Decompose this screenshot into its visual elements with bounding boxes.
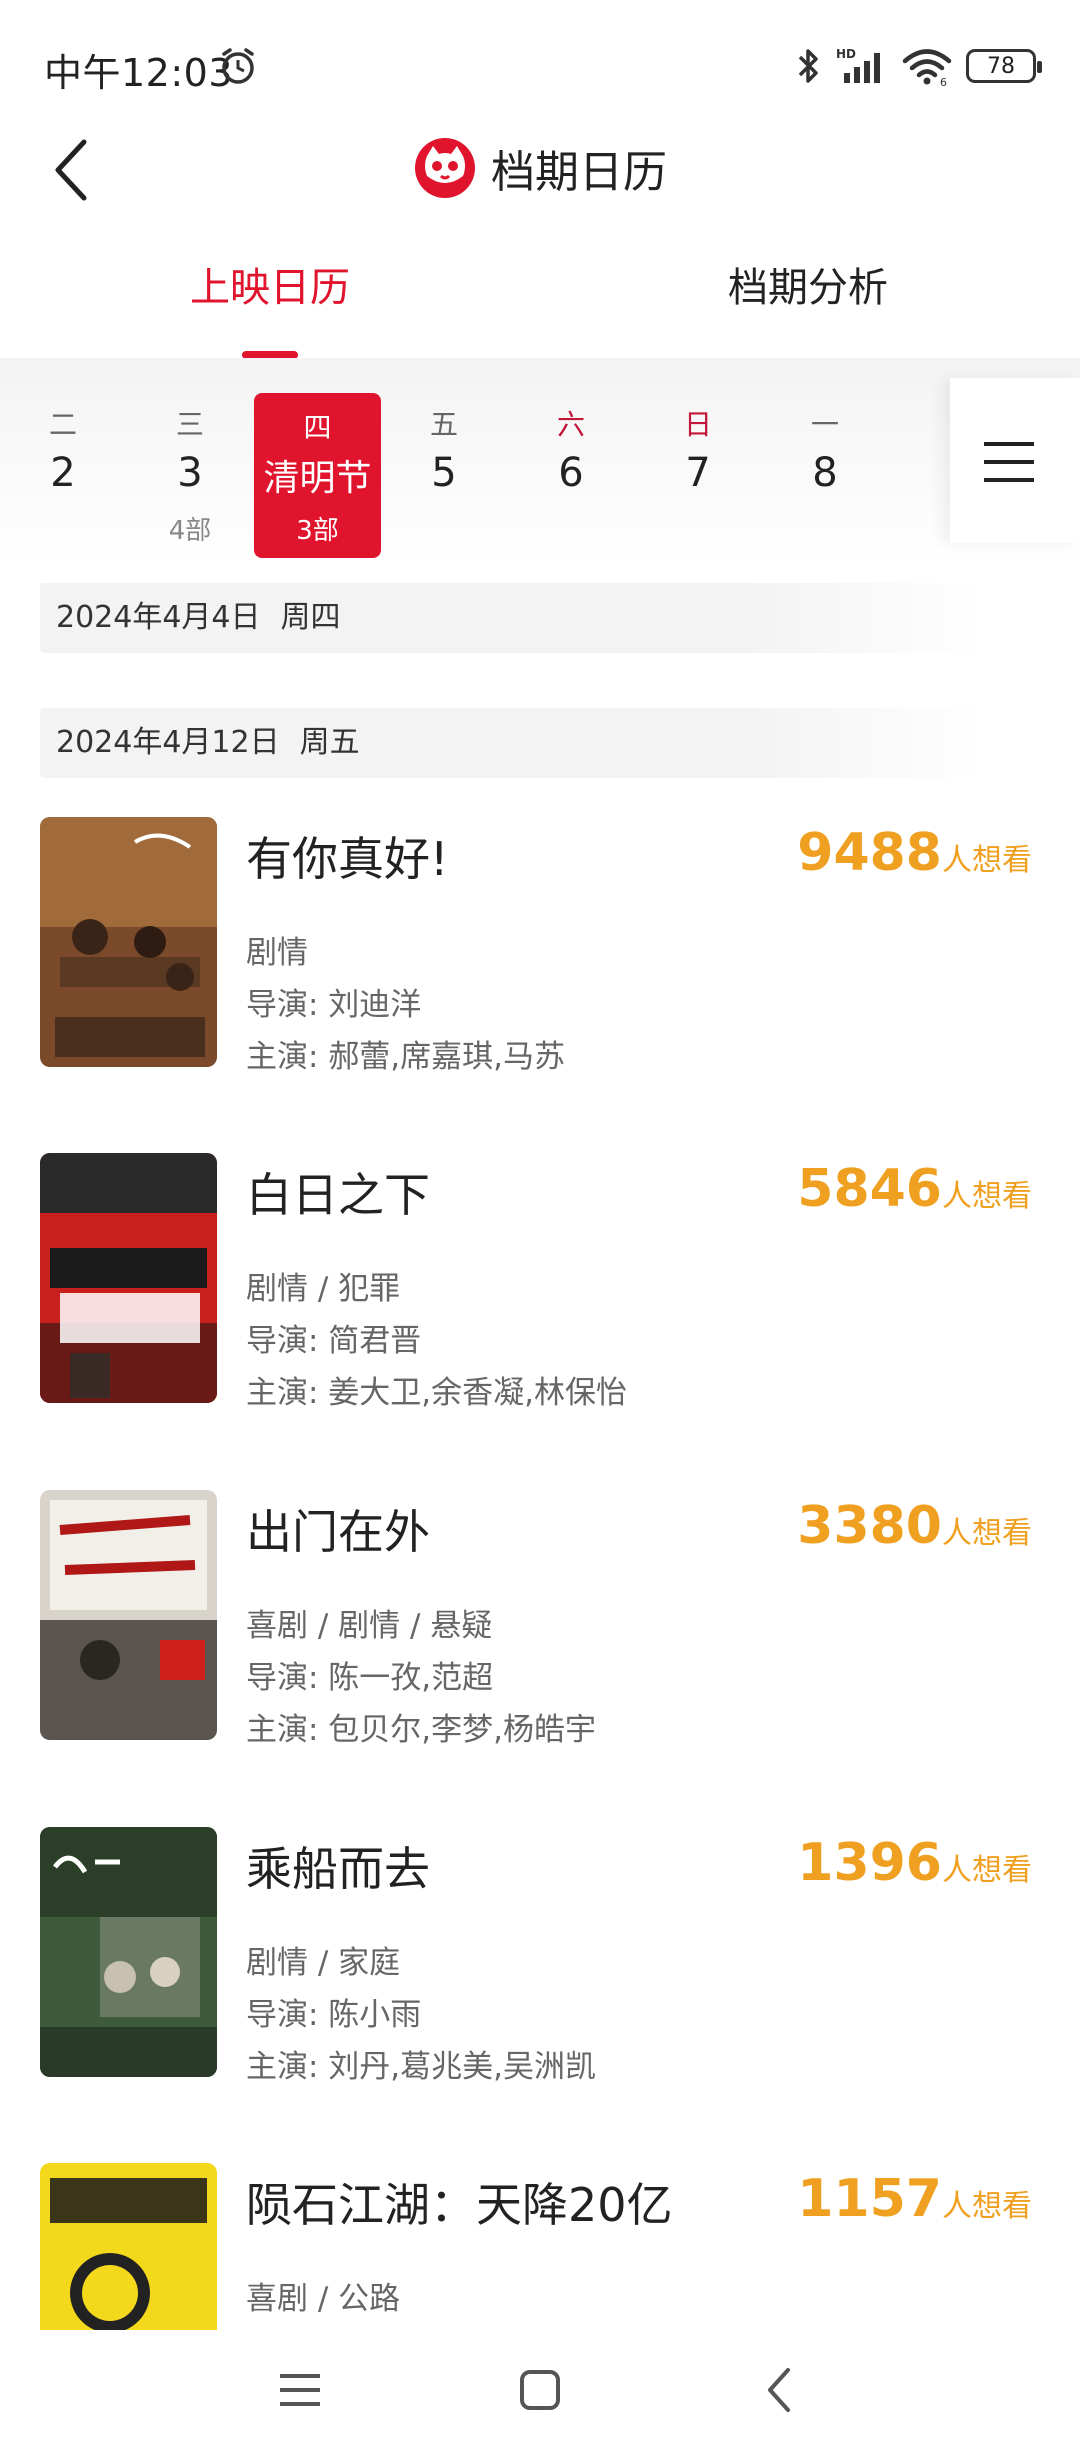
movie-title: 乘船而去 — [246, 1842, 430, 1896]
date-number: 7 — [685, 450, 711, 496]
date-number: 5 — [431, 450, 457, 496]
want-count: 1396 — [797, 1833, 942, 1893]
want-label: 人想看 — [942, 1516, 1032, 1551]
alarm-icon — [222, 48, 254, 84]
movie-cast: 主演: 郝蕾,席嘉琪,马苏 — [246, 1039, 566, 1075]
svg-text:6: 6 — [940, 76, 947, 86]
tab-schedule-analysis[interactable]: 档期分析 — [728, 255, 888, 355]
date-number: 2 — [50, 450, 76, 496]
movie-title: 有你真好! — [246, 832, 449, 886]
movie-poster[interactable] — [40, 817, 217, 1067]
movie-director: 导演: 陈一孜,范超 — [246, 1660, 494, 1696]
date-item-selected[interactable]: 四 清明节 3部 — [254, 393, 381, 558]
date-count: 4部 — [168, 516, 212, 546]
status-bar: 中午12:03 HD 6 78 — [0, 0, 1080, 130]
cat-eye-logo-icon — [415, 138, 475, 198]
want-to-see: 1396人想看 — [797, 1833, 1032, 1893]
want-label: 人想看 — [942, 1853, 1032, 1888]
date-weekday: 六 — [556, 408, 585, 441]
section-date: 2024年4月4日 — [56, 600, 261, 635]
movie-item[interactable]: 有你真好! 9488人想看 剧情 导演: 刘迪洋 主演: 郝蕾,席嘉琪,马苏 — [40, 817, 1040, 1077]
hamburger-menu-icon[interactable] — [984, 440, 1034, 484]
movie-cast: 主演: 姜大卫,余香凝,林保怡 — [246, 1375, 628, 1411]
want-to-see: 1157人想看 — [797, 2169, 1032, 2229]
date-item-2[interactable]: 二 2 — [0, 358, 126, 563]
tab-release-calendar[interactable]: 上映日历 — [190, 255, 350, 355]
section-date: 2024年4月12日 — [56, 725, 280, 760]
calendar-menu-panel — [950, 378, 1080, 543]
movie-item[interactable]: 白日之下 5846人想看 剧情 / 犯罪 导演: 简君晋 主演: 姜大卫,余香凝… — [40, 1153, 1040, 1413]
header: 档期日历 — [0, 130, 1080, 260]
date-weekday: 一 — [810, 408, 839, 441]
section-date-header: 2024年4月4日 周四 — [40, 583, 985, 653]
movie-genre: 剧情 / 犯罪 — [246, 1271, 401, 1307]
movie-cast: 主演: 刘丹,葛兆美,吴洲凯 — [246, 2049, 597, 2085]
movie-genre: 剧情 / 家庭 — [246, 1945, 401, 1981]
section-weekday: 周五 — [299, 725, 360, 760]
date-count: 3部 — [296, 516, 339, 546]
movie-item[interactable]: 出门在外 3380人想看 喜剧 / 剧情 / 悬疑 导演: 陈一孜,范超 主演:… — [40, 1490, 1040, 1750]
system-nav-bar — [0, 2330, 1080, 2460]
movie-director: 导演: 陈小雨 — [246, 1997, 422, 2033]
movie-cast: 主演: 包贝尔,李梦,杨皓宇 — [246, 1712, 597, 1748]
want-to-see: 9488人想看 — [797, 823, 1032, 883]
date-weekday: 三 — [175, 408, 204, 441]
bluetooth-icon — [798, 49, 818, 83]
movie-genre: 喜剧 / 公路 — [246, 2281, 401, 2317]
signal-icon: HD — [836, 47, 880, 83]
want-count: 1157 — [797, 2169, 942, 2229]
date-weekday: 五 — [429, 408, 458, 441]
want-count: 9488 — [797, 823, 942, 883]
want-label: 人想看 — [942, 1179, 1032, 1214]
date-number: 清明节 — [263, 458, 372, 499]
date-number: 6 — [558, 450, 584, 496]
want-to-see: 3380人想看 — [797, 1496, 1032, 1556]
page-title: 档期日历 — [491, 147, 667, 198]
want-label: 人想看 — [942, 843, 1032, 878]
section-date-header: 2024年4月12日 周五 — [40, 708, 985, 778]
section-weekday: 周四 — [280, 600, 341, 635]
movie-genre: 喜剧 / 剧情 / 悬疑 — [246, 1608, 493, 1644]
want-label: 人想看 — [942, 2189, 1032, 2224]
date-item-3[interactable]: 三 3 4部 — [127, 358, 253, 563]
tab-bar: 上映日历 档期分析 — [0, 255, 1080, 359]
nav-home-button[interactable] — [500, 2360, 580, 2420]
battery-indicator: 78 — [966, 49, 1042, 83]
svg-text:HD: HD — [836, 47, 856, 61]
want-to-see: 5846人想看 — [797, 1159, 1032, 1219]
status-time: 中午12:03 — [44, 51, 234, 95]
battery-level: 78 — [987, 53, 1015, 79]
movie-poster[interactable] — [40, 1490, 217, 1740]
movie-title: 白日之下 — [246, 1168, 430, 1222]
date-item-7[interactable]: 日 7 — [635, 358, 761, 563]
movie-genre: 剧情 — [246, 935, 308, 971]
movie-title: 陨石江湖：天降20亿 — [246, 2178, 673, 2232]
date-number: 3 — [177, 450, 203, 496]
date-item-8[interactable]: 一 8 — [762, 358, 888, 563]
nav-back-button[interactable] — [740, 2360, 820, 2420]
date-weekday: 二 — [48, 408, 77, 441]
movie-director: 导演: 简君晋 — [246, 1323, 422, 1359]
date-strip: 二 2 三 3 4部 四 清明节 3部 五 5 六 6 日 7 一 8 — [0, 358, 1080, 563]
date-item-5[interactable]: 五 5 — [381, 358, 507, 563]
date-item-6[interactable]: 六 6 — [508, 358, 634, 563]
movie-title: 出门在外 — [246, 1505, 430, 1559]
want-count: 5846 — [797, 1159, 942, 1219]
nav-menu-button[interactable] — [260, 2360, 340, 2420]
movie-item[interactable]: 乘船而去 1396人想看 剧情 / 家庭 导演: 陈小雨 主演: 刘丹,葛兆美,… — [40, 1827, 1040, 2087]
date-weekday: 四 — [303, 411, 332, 444]
movie-director: 导演: 刘迪洋 — [246, 987, 422, 1023]
wifi-icon: 6 — [902, 49, 952, 86]
movie-poster[interactable] — [40, 1827, 217, 2077]
movie-poster[interactable] — [40, 1153, 217, 1403]
date-weekday: 日 — [683, 408, 712, 441]
want-count: 3380 — [797, 1496, 942, 1556]
date-number: 8 — [812, 450, 838, 496]
